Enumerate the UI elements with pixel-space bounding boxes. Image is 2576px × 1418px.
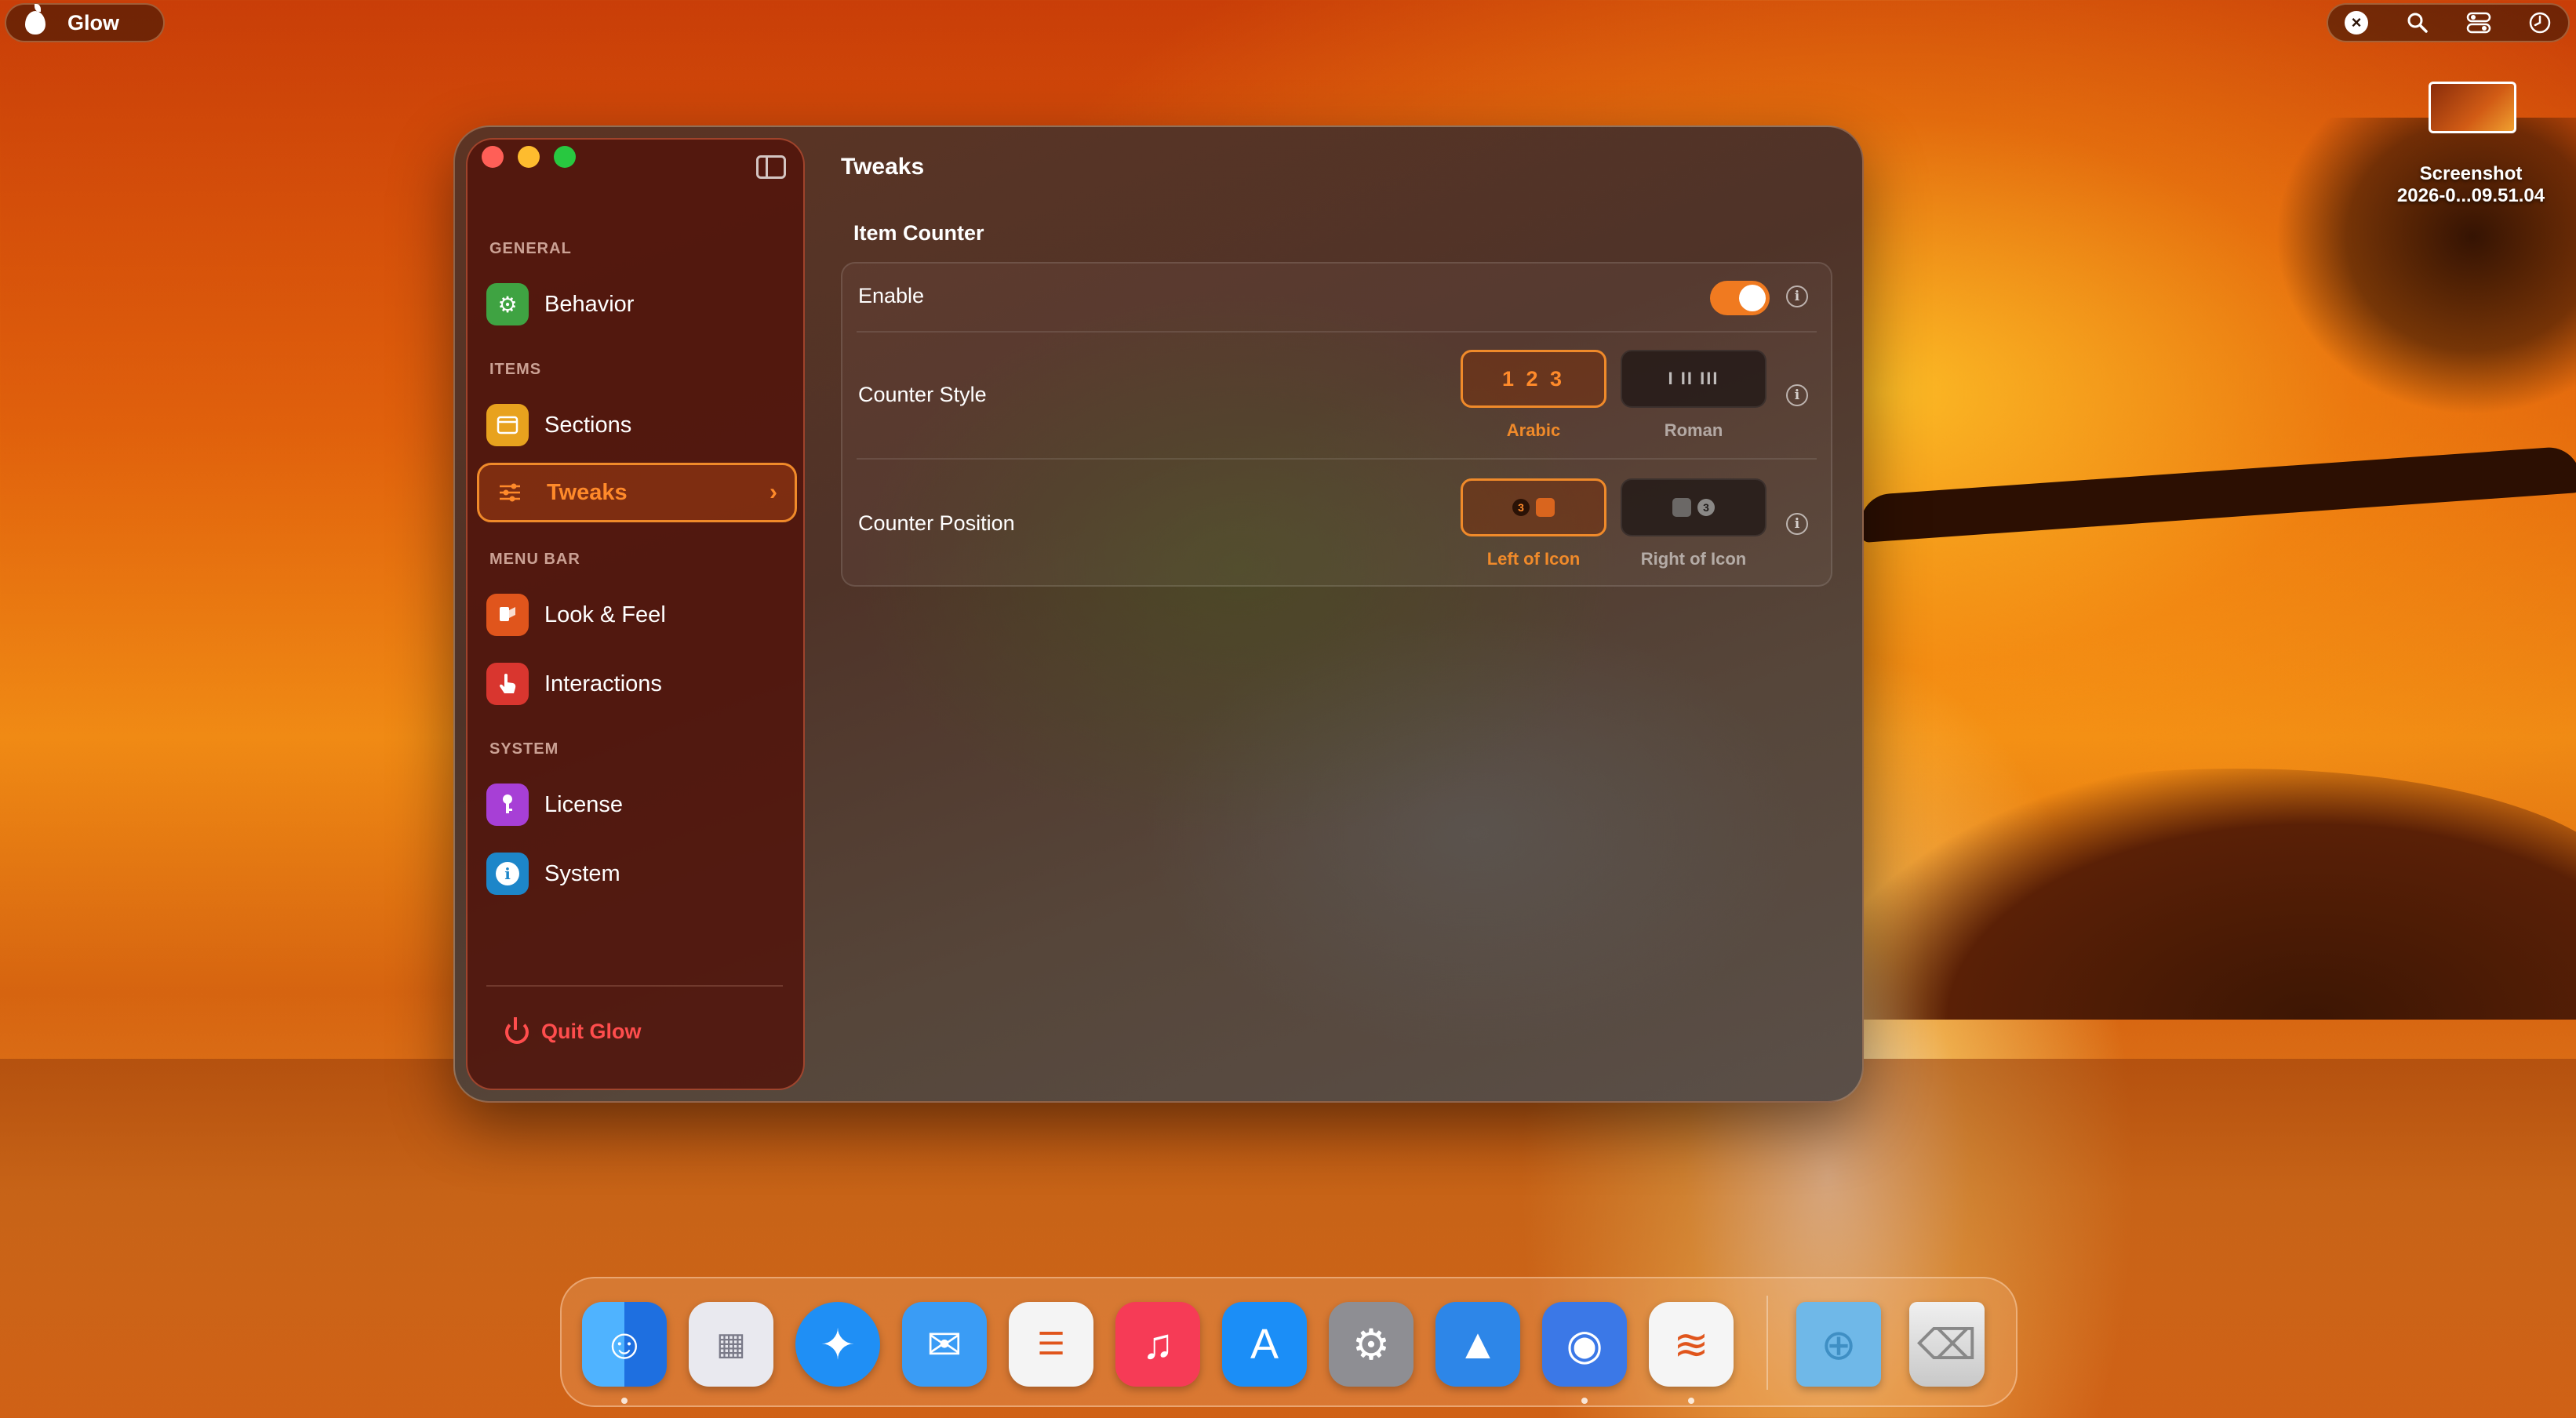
- running-indicator: [1581, 1398, 1588, 1404]
- mountain-app-icon[interactable]: ▲: [1435, 1302, 1520, 1387]
- key-icon: [486, 784, 529, 826]
- counter-position-left-option[interactable]: 3: [1461, 478, 1606, 536]
- file-name-line2: 2026-0...09.51.04: [2396, 185, 2545, 206]
- search-icon[interactable]: [2400, 5, 2435, 40]
- counter-badge: 3: [1697, 499, 1715, 516]
- info-icon: i: [486, 853, 529, 895]
- counter-position-label: Counter Position: [858, 511, 1015, 535]
- sidebar-item-label: Behavior: [544, 291, 635, 317]
- sidebar-item-system[interactable]: i System: [477, 844, 797, 904]
- toggle-knob: [1739, 285, 1766, 311]
- enable-toggle[interactable]: [1710, 281, 1770, 315]
- sidebar-section-general: GENERAL: [489, 240, 572, 257]
- zoom-window-button[interactable]: [554, 146, 576, 168]
- gear-icon: ⚙: [486, 283, 529, 325]
- system-settings-icon[interactable]: ⚙: [1329, 1302, 1414, 1387]
- info-icon[interactable]: i: [1786, 285, 1808, 307]
- item-square-icon: [1536, 498, 1555, 517]
- sidebar-section-items: ITEMS: [489, 361, 542, 378]
- counter-style-roman-option[interactable]: I II III: [1621, 350, 1766, 408]
- sliders-icon: [489, 471, 531, 514]
- group-title: Item Counter: [853, 221, 984, 245]
- apple-logo-icon[interactable]: [25, 4, 45, 35]
- sidebar-item-label: License: [544, 791, 623, 817]
- arabic-glyph: 1 2 3: [1501, 366, 1566, 391]
- menu-bar-status-area: ×: [2327, 3, 2570, 42]
- chevron-right-icon: ›: [770, 479, 777, 505]
- left-of-icon-caption: Left of Icon: [1486, 549, 1581, 569]
- window-icon: [486, 404, 529, 446]
- trash-icon[interactable]: ⌫: [1909, 1302, 1985, 1387]
- glow-app-icon[interactable]: ≋: [1649, 1302, 1734, 1387]
- sidebar-item-label: Sections: [544, 412, 632, 438]
- info-icon[interactable]: i: [1786, 513, 1808, 535]
- sidebar-item-tweaks[interactable]: Tweaks ›: [477, 463, 797, 522]
- enable-label: Enable: [858, 284, 925, 307]
- sidebar-item-label: Interactions: [544, 671, 662, 696]
- running-indicator: [621, 1398, 628, 1404]
- sidebar-item-behavior[interactable]: ⚙ Behavior: [477, 275, 797, 334]
- running-indicator: [1688, 1398, 1694, 1404]
- item-square-icon: [1672, 498, 1691, 517]
- app-store-icon[interactable]: A: [1222, 1302, 1307, 1387]
- right-of-icon-caption: Right of Icon: [1640, 549, 1747, 569]
- preview-app-icon[interactable]: ◉: [1542, 1302, 1627, 1387]
- sidebar-section-system: SYSTEM: [489, 740, 559, 758]
- row-divider: [857, 458, 1817, 460]
- safari-icon[interactable]: ✦: [795, 1302, 880, 1387]
- desktop-wallpaper-palm-trunk: [1858, 445, 2576, 544]
- counter-position-right-option[interactable]: 3: [1621, 478, 1766, 536]
- counter-style-arabic-option[interactable]: 1 2 3: [1461, 350, 1606, 408]
- close-icon[interactable]: ×: [2339, 5, 2374, 40]
- sidebar-item-label: Look & Feel: [544, 602, 666, 627]
- roman-glyph: I II III: [1668, 369, 1719, 388]
- desktop-wallpaper-hill: [1843, 769, 2576, 1020]
- quit-button[interactable]: Quit Glow: [505, 1016, 642, 1044]
- dock-separator: [1766, 1296, 1768, 1390]
- file-name-line1: Screenshot: [2419, 163, 2523, 184]
- info-icon[interactable]: i: [1786, 384, 1808, 406]
- reminders-icon[interactable]: ☰: [1009, 1302, 1093, 1387]
- brush-icon: [486, 594, 529, 636]
- file-thumbnail: [2429, 82, 2516, 133]
- downloads-folder-icon[interactable]: ⊕: [1796, 1302, 1881, 1387]
- finder-icon[interactable]: ☺: [582, 1302, 667, 1387]
- menu-bar-app-name[interactable]: Glow: [67, 11, 119, 35]
- launchpad-icon[interactable]: ▦: [689, 1302, 773, 1387]
- close-window-button[interactable]: [482, 146, 504, 168]
- power-icon: [505, 1016, 529, 1044]
- menu-bar-app-pill[interactable]: Glow: [5, 3, 165, 42]
- hand-pointer-icon: [486, 663, 529, 705]
- sidebar-item-interactions[interactable]: Interactions: [477, 654, 797, 714]
- sidebar-item-license[interactable]: License: [477, 775, 797, 834]
- minimize-window-button[interactable]: [518, 146, 540, 168]
- sidebar-toggle-icon[interactable]: [756, 155, 786, 179]
- sidebar-section-menu-bar: MENU BAR: [489, 551, 580, 568]
- desktop-file-screenshot[interactable]: Screenshot 2026-0...09.51.04: [2377, 82, 2565, 207]
- clock-icon[interactable]: [2523, 5, 2557, 40]
- row-divider: [857, 331, 1817, 333]
- arabic-caption: Arabic: [1506, 420, 1561, 440]
- sidebar-item-look-and-feel[interactable]: Look & Feel: [477, 585, 797, 645]
- counter-style-label: Counter Style: [858, 383, 987, 406]
- music-icon[interactable]: ♫: [1115, 1302, 1200, 1387]
- sidebar-item-sections[interactable]: Sections: [477, 395, 797, 455]
- sidebar-item-label: System: [544, 860, 620, 886]
- control-center-icon[interactable]: [2461, 5, 2496, 40]
- roman-caption: Roman: [1664, 420, 1723, 440]
- counter-badge: 3: [1512, 499, 1530, 516]
- sidebar-item-label: Tweaks: [547, 479, 628, 505]
- mail-icon[interactable]: ✉: [902, 1302, 987, 1387]
- quit-label: Quit Glow: [541, 1020, 642, 1043]
- page-title: Tweaks: [841, 154, 925, 180]
- sidebar-divider: [486, 985, 783, 987]
